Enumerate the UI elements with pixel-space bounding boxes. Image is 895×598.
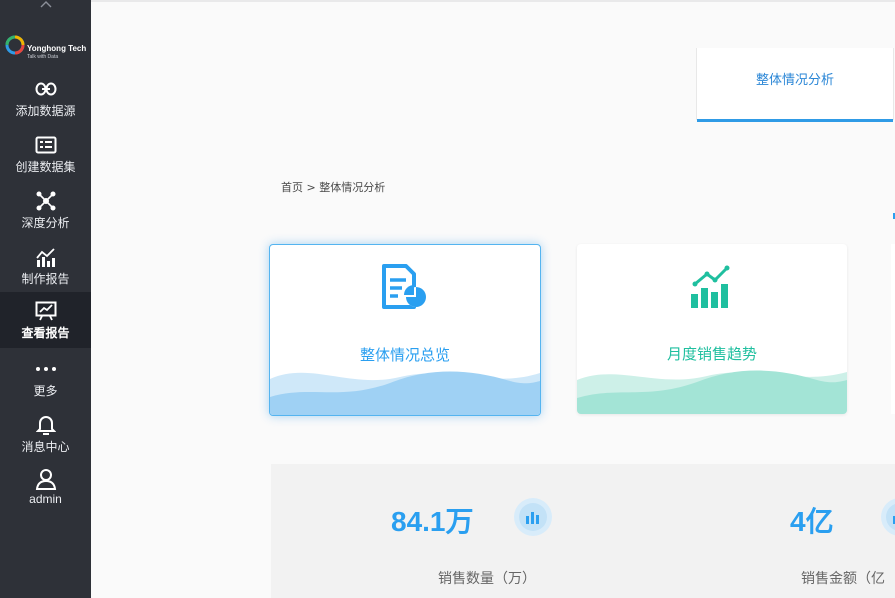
stat-label: 销售金额（亿	[801, 571, 885, 587]
card-overall-overview[interactable]: 整体情况总览	[269, 244, 541, 416]
logo-brand: Yonghong Tech	[27, 44, 87, 53]
tab-overall-analysis[interactable]: 整体情况分析	[696, 48, 894, 122]
link-icon	[34, 78, 58, 100]
sidebar-item-admin[interactable]: admin	[0, 464, 91, 520]
top-divider	[91, 0, 895, 2]
stat-value: 84.1万	[391, 506, 474, 537]
sidebar: Yonghong Tech Talk with Data 添加数据源 创建数据集…	[0, 0, 91, 598]
stats-panel: 84.1万 销售数量（万） 4亿 销售金额（亿	[271, 464, 895, 598]
sidebar-item-message-center[interactable]: 消息中心	[0, 410, 91, 466]
wave-decoration	[577, 370, 847, 414]
user-icon	[34, 468, 58, 490]
presentation-icon	[34, 300, 58, 322]
logo-icon	[5, 35, 25, 55]
logo-tagline: Talk with Data	[27, 54, 59, 60]
sidebar-item-label: admin	[29, 492, 62, 506]
logo: Yonghong Tech Talk with Data	[4, 28, 88, 64]
tab-label: 整体情况分析	[755, 73, 834, 88]
sidebar-item-label: 添加数据源	[15, 104, 76, 118]
tab-active-indicator	[697, 119, 893, 122]
sidebar-item-label: 更多	[33, 384, 58, 398]
chevron-up-icon[interactable]	[0, 0, 91, 14]
bar-trend-icon	[577, 262, 847, 312]
breadcrumb: 首页 > 整体情况分析	[281, 181, 386, 194]
sidebar-item-deep-analysis[interactable]: 深度分析	[0, 186, 91, 242]
bar-chart-icon	[881, 498, 895, 536]
dataset-icon	[34, 134, 58, 156]
sidebar-item-label: 查看报告	[21, 326, 70, 340]
sidebar-item-label: 创建数据集	[15, 160, 76, 174]
main-content: 整体情况分析 首页 > 整体情况分析 整体情况总览 月度销售趋势 84.1万 销…	[91, 0, 895, 598]
more-icon	[34, 358, 58, 380]
chart-edit-icon	[34, 246, 58, 268]
card-monthly-sales-trend[interactable]: 月度销售趋势	[577, 244, 847, 414]
sidebar-item-label: 制作报告	[21, 272, 70, 286]
sidebar-item-view-report[interactable]: 查看报告	[0, 292, 91, 348]
stat-label: 销售数量（万）	[438, 571, 536, 587]
stat-value: 4亿	[790, 506, 834, 537]
sidebar-item-make-report[interactable]: 制作报告	[0, 242, 91, 298]
bar-chart-icon	[514, 498, 552, 536]
bell-icon	[34, 414, 58, 436]
network-icon	[34, 190, 58, 212]
sidebar-item-add-datasource[interactable]: 添加数据源	[0, 74, 91, 130]
sidebar-item-create-dataset[interactable]: 创建数据集	[0, 130, 91, 186]
sidebar-item-label: 深度分析	[21, 216, 70, 230]
report-pie-icon	[270, 263, 540, 313]
card-partial[interactable]	[891, 244, 895, 414]
sidebar-item-label: 消息中心	[21, 440, 70, 454]
wave-decoration	[270, 371, 540, 415]
sidebar-item-more[interactable]: 更多	[0, 354, 91, 410]
